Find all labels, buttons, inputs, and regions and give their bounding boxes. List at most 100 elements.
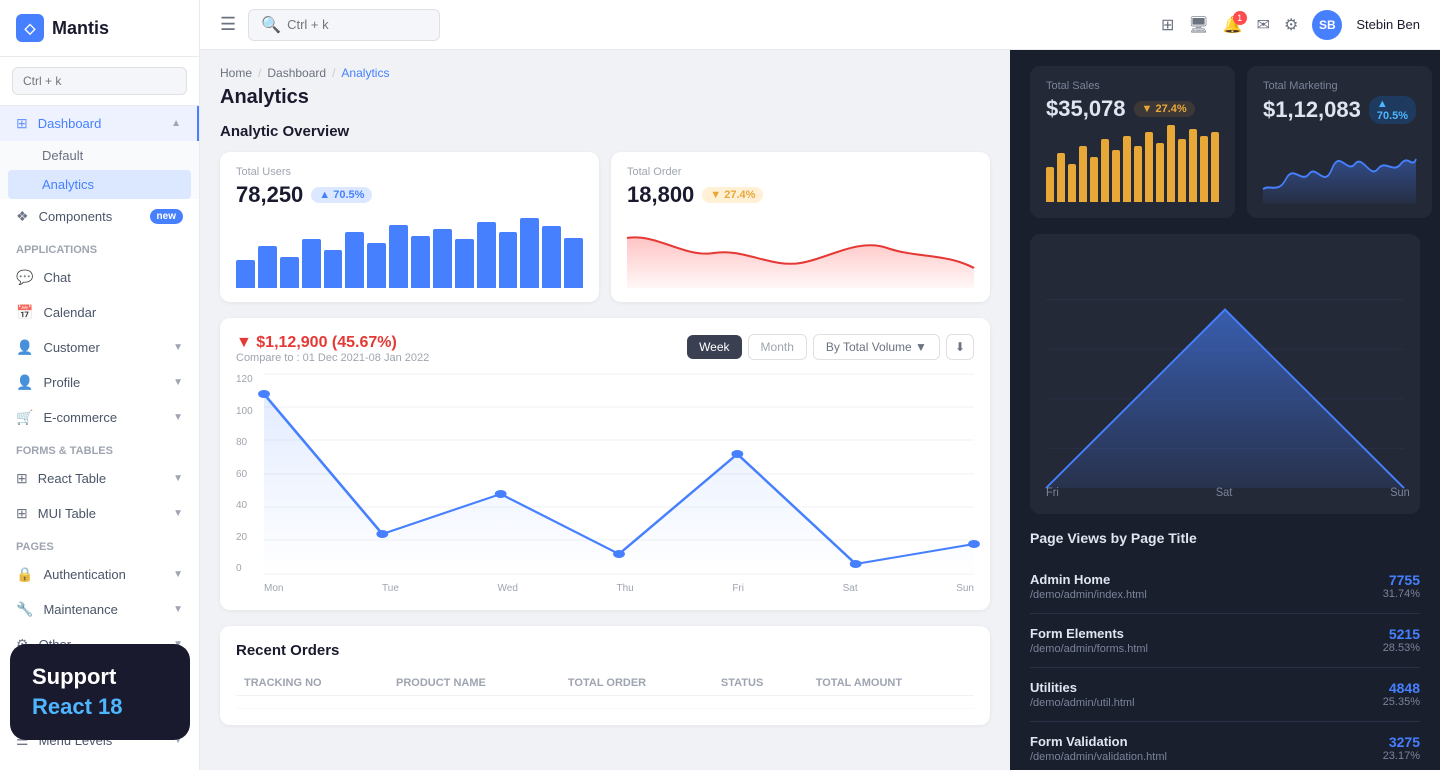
sidebar-dashboard-sub: Default Analytics <box>0 141 199 199</box>
pageview-item-form-elements: Form Elements /demo/admin/forms.html 521… <box>1030 614 1420 668</box>
bar <box>542 226 561 288</box>
sidebar-analytics[interactable]: Analytics <box>8 170 191 199</box>
pageview-name: Form Validation <box>1030 734 1167 749</box>
sidebar-search-container <box>0 57 199 106</box>
income-left: ▼ $1,12,900 (45.67%) Compare to : 01 Dec… <box>236 334 429 364</box>
stat-cards: Total Users 78,250 ▲ 70.5% <box>220 152 990 302</box>
pageview-url: /demo/admin/validation.html <box>1030 751 1167 763</box>
week-button[interactable]: Week <box>687 335 741 359</box>
pageview-pct: 25.35% <box>1383 696 1420 708</box>
breadcrumb: Home / Dashboard / Analytics <box>220 66 990 80</box>
bar <box>1112 150 1120 203</box>
sidebar-item-mui-table[interactable]: ⊞ MUI Table ▼ <box>0 496 199 531</box>
sidebar-item-calendar[interactable]: 📅 Calendar <box>0 295 199 330</box>
col-total-amount: TOTAL AMOUNT <box>808 671 974 696</box>
bar <box>1189 129 1197 203</box>
bar <box>1134 146 1142 202</box>
logo-icon: ◇ <box>16 14 44 42</box>
topbar-search-input[interactable] <box>287 17 427 32</box>
y-label: 120 <box>236 374 253 385</box>
sidebar-search-input[interactable] <box>12 67 187 95</box>
bar <box>1178 139 1186 202</box>
profile-icon: 👤 <box>16 374 33 391</box>
sidebar-react-table-label: React Table <box>38 471 106 486</box>
bar <box>1123 136 1131 203</box>
volume-button[interactable]: By Total Volume ▼ <box>813 334 940 360</box>
bar <box>367 243 386 289</box>
maintenance-chevron: ▼ <box>173 604 183 615</box>
auth-chevron: ▼ <box>173 569 183 580</box>
download-button[interactable]: ⬇ <box>946 334 974 360</box>
x-label-wed: Wed <box>498 583 518 594</box>
breadcrumb-home[interactable]: Home <box>220 66 252 80</box>
month-button[interactable]: Month <box>748 334 807 360</box>
hamburger-menu-icon[interactable]: ☰ <box>220 14 236 35</box>
sidebar-item-customer[interactable]: 👤 Customer ▼ <box>0 330 199 365</box>
stat-badge-orders: ▼ 27.4% <box>702 187 763 203</box>
sidebar-profile-label: Profile <box>43 375 80 390</box>
avatar[interactable]: SB <box>1312 10 1342 40</box>
dashboard-icon: ⊞ <box>16 115 28 132</box>
stat-card-marketing: Total Marketing $1,12,083 ▲ 70.5% <box>1247 66 1432 218</box>
bar <box>1090 157 1098 203</box>
recent-orders-section: Recent Orders TRACKING NO PRODUCT NAME T… <box>220 626 990 725</box>
pageview-right: 3275 23.17% <box>1383 734 1420 762</box>
bar <box>477 222 496 289</box>
bar <box>455 239 474 288</box>
pageview-url: /demo/admin/index.html <box>1030 589 1147 601</box>
maintenance-icon: 🔧 <box>16 601 33 618</box>
stat-value-row-users: 78,250 ▲ 70.5% <box>236 182 583 208</box>
page-views-section: Page Views by Page Title Admin Home /dem… <box>1030 530 1420 770</box>
topbar-search: 🔍 <box>248 9 440 41</box>
pages-label: Pages <box>0 531 199 557</box>
sidebar-item-dashboard[interactable]: ⊞ Dashboard ▲ <box>0 106 199 141</box>
sidebar-item-maintenance[interactable]: 🔧 Maintenance ▼ <box>0 592 199 627</box>
sidebar-default[interactable]: Default <box>0 141 199 170</box>
mail-icon[interactable]: ✉ <box>1257 15 1270 35</box>
topbar-right: ⊞ 🖥 🔔 1 ✉ ⚙ SB Stebin Ben <box>1161 10 1420 40</box>
sidebar-item-ecommerce[interactable]: 🛒 E-commerce ▼ <box>0 400 199 435</box>
pageview-right: 4848 25.35% <box>1383 680 1420 708</box>
pageviews-list: Admin Home /demo/admin/index.html 7755 3… <box>1030 560 1420 770</box>
bar <box>499 232 518 288</box>
table-row <box>236 696 974 709</box>
breadcrumb-dashboard[interactable]: Dashboard <box>267 66 326 80</box>
sidebar-item-profile[interactable]: 👤 Profile ▼ <box>0 365 199 400</box>
sidebar-item-components[interactable]: ❖ Components new <box>0 199 199 234</box>
bar <box>1046 167 1054 202</box>
sidebar-item-chat[interactable]: 💬 Chat <box>0 260 199 295</box>
sidebar-item-react-table[interactable]: ⊞ React Table ▼ <box>0 461 199 496</box>
bell-icon[interactable]: 🔔 1 <box>1223 15 1243 35</box>
pageview-item-utilities: Utilities /demo/admin/util.html 4848 25.… <box>1030 668 1420 722</box>
pageview-url: /demo/admin/util.html <box>1030 697 1135 709</box>
pageview-name: Form Elements <box>1030 626 1148 641</box>
chart-area <box>264 374 974 574</box>
cell <box>713 696 808 709</box>
app-name: Mantis <box>52 18 109 39</box>
income-value: ▼ $1,12,900 (45.67%) <box>236 334 429 352</box>
panel-dark: Total Sales $35,078 ▼ 27.4% <box>1010 50 1440 770</box>
monitor-icon[interactable]: 🖥 <box>1188 15 1208 35</box>
forms-label: Forms & Tables <box>0 435 199 461</box>
chart-y-labels: 120 100 80 60 40 20 0 <box>236 374 253 574</box>
sidebar-logo: ◇ Mantis <box>0 0 199 57</box>
bar <box>520 218 539 288</box>
y-label: 20 <box>236 532 253 543</box>
sidebar-dashboard-label: Dashboard <box>38 116 102 131</box>
sidebar-customer-label: Customer <box>43 340 99 355</box>
bar <box>1167 125 1175 202</box>
sidebar-item-authentication[interactable]: 🔒 Authentication ▼ <box>0 557 199 592</box>
sidebar-ecommerce-label: E-commerce <box>43 410 117 425</box>
username[interactable]: Stebin Ben <box>1356 17 1420 32</box>
bar <box>236 260 255 288</box>
components-badge: new <box>150 209 183 224</box>
react-table-icon: ⊞ <box>16 470 28 487</box>
settings-icon[interactable]: ⚙ <box>1284 15 1298 35</box>
pageview-count: 4848 <box>1383 680 1420 696</box>
grid-icon[interactable]: ⊞ <box>1161 15 1174 35</box>
sales-bar-chart <box>1046 132 1219 202</box>
pageview-right: 7755 31.74% <box>1383 572 1420 600</box>
topbar: ☰ 🔍 ⊞ 🖥 🔔 1 ✉ ⚙ SB Stebin Ben <box>200 0 1440 50</box>
breadcrumb-sep1: / <box>258 66 261 80</box>
cell <box>388 696 560 709</box>
